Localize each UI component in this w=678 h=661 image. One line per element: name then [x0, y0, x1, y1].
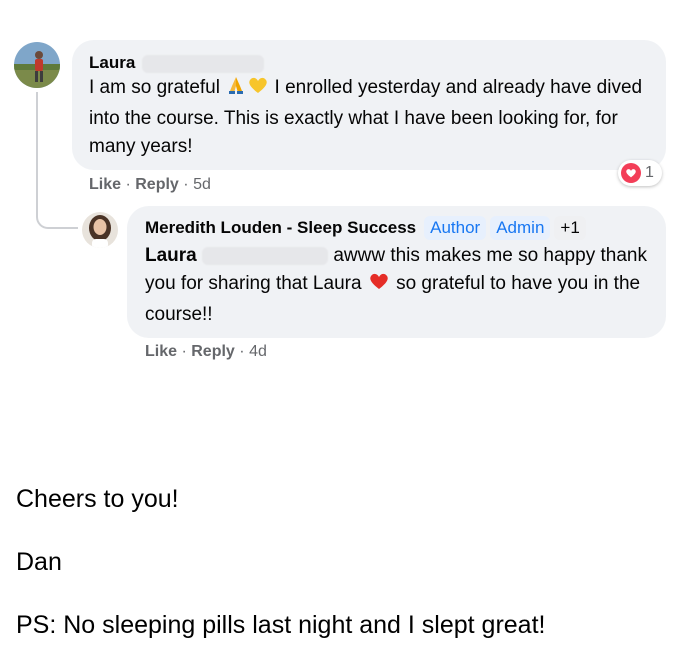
red-heart-icon [367, 270, 391, 301]
love-reaction-icon [621, 163, 641, 183]
reply-button[interactable]: Reply [135, 176, 179, 193]
comment-author[interactable]: Meredith Louden - Sleep Success [145, 217, 416, 239]
meredith-avatar[interactable] [82, 212, 118, 248]
comment-actions: Like · Reply · 5d [89, 176, 211, 193]
redacted-surname [202, 246, 329, 265]
comment-text: Laura awww this makes me so happy thank … [145, 245, 647, 325]
letter-signature: Dan [16, 548, 62, 576]
like-button[interactable]: Like [89, 176, 121, 193]
comment-bubble-laura: Laura I am so grateful I enrolled yester… [72, 40, 666, 170]
comment-text: I am so grateful I enrolled yesterday an… [89, 74, 648, 161]
folded-hands-icon [225, 74, 247, 105]
comment-bubble-meredith: Meredith Louden - Sleep Success Author A… [127, 206, 666, 338]
author-badge[interactable]: Author [424, 216, 487, 240]
laura-avatar[interactable] [14, 42, 60, 88]
letter-closing: Cheers to you! [16, 485, 179, 513]
comment-author[interactable]: Laura [89, 52, 648, 74]
admin-badge[interactable]: Admin [490, 216, 551, 240]
mention-link[interactable]: Laura [145, 245, 197, 266]
reply-actions: Like · Reply · 4d [145, 343, 267, 360]
reaction-count[interactable]: 1 [618, 160, 662, 186]
like-button[interactable]: Like [145, 343, 177, 360]
yellow-heart-icon [247, 74, 269, 105]
comment-timestamp[interactable]: 5d [193, 176, 211, 193]
redacted-surname [142, 54, 265, 73]
reply-button[interactable]: Reply [191, 343, 235, 360]
letter-postscript: PS: No sleeping pills last night and I s… [16, 611, 546, 639]
more-badges[interactable]: +1 [554, 216, 586, 240]
comment-timestamp[interactable]: 4d [249, 343, 267, 360]
reaction-count-number: 1 [645, 164, 654, 181]
